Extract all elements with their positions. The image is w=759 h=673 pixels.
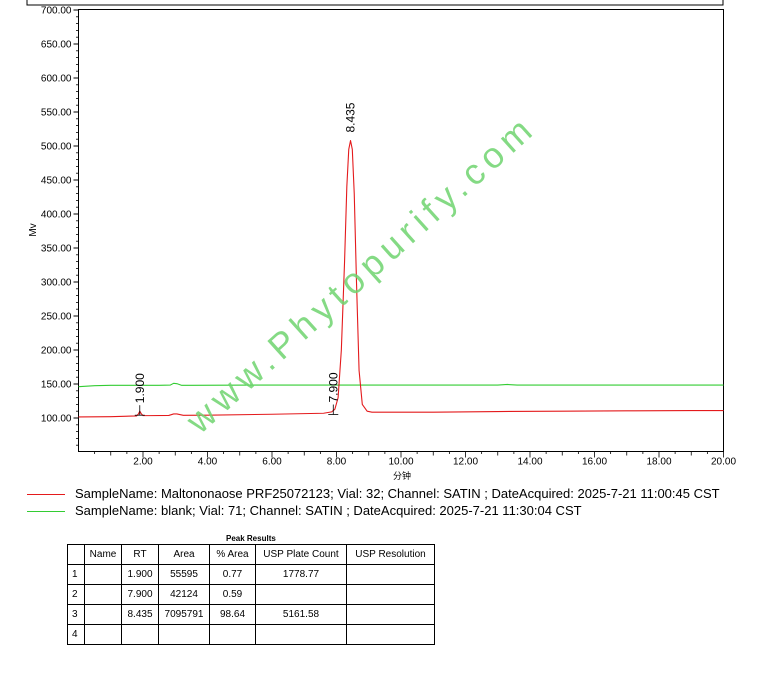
column-header: Name [84,544,122,565]
column-header: % Area [209,544,256,565]
table-cell-plates: 5161.58 [255,604,347,625]
table-cell-rt [121,624,159,645]
peak-results-table: Name RT Area % Area USP Plate Count USP … [67,544,435,645]
y-tick-label: 700.00 [41,6,72,17]
table-cell-pct: 0.77 [209,564,256,585]
table-cell-n: 1 [67,564,85,585]
y-tick-label: 350.00 [41,244,72,255]
legend-label: SampleName: Maltononaose PRF25072123; Vi… [75,486,720,501]
table-cell-rt: 8.435 [121,604,159,625]
table-row: 1 1.900 55595 0.77 1778.77 [67,564,435,585]
table-cell-res [346,584,435,605]
column-header: USP Plate Count [255,544,347,565]
y-tick-label: 250.00 [41,312,72,323]
column-header [67,544,85,565]
table-cell-n: 4 [67,624,85,645]
table-cell-name [84,584,122,605]
table-cell-pct: 98.64 [209,604,256,625]
table-row: 3 8.435 7095791 98.64 5161.58 [67,604,435,625]
legend-entry-blank: SampleName: blank; Vial: 71; Channel: SA… [27,503,582,518]
table-cell-n: 3 [67,604,85,625]
table-cell-n: 2 [67,584,85,605]
y-tick-label: 150.00 [41,380,72,391]
header-frame [26,0,724,6]
peak-results-body: 1 1.900 55595 0.77 1778.77 2 7.900 42124 0.59 3 8.… [67,564,435,645]
table-cell-area [158,624,210,645]
table-cell-area: 42124 [158,584,210,605]
x-tick-label: 12.00 [453,457,478,468]
table-cell-plates [255,624,347,645]
y-tick-label: 100.00 [41,414,72,425]
legend-label: SampleName: blank; Vial: 71; Channel: SA… [75,503,582,518]
table-cell-plates: 1778.77 [255,564,347,585]
series-line [78,140,724,418]
table-cell-res [346,604,435,625]
table-row: 2 7.900 42124 0.59 [67,584,435,605]
peak-label: 7.900 [326,372,340,402]
table-header-row: Name RT Area % Area USP Plate Count USP … [67,544,435,565]
table-cell-plates [255,584,347,605]
y-tick-label: 200.00 [41,346,72,357]
series-line [78,382,724,388]
column-header: USP Resolution [346,544,435,565]
table-cell-rt: 1.900 [121,564,159,585]
x-axis: 2.00 4.00 6.00 8.00 10.00 12.00 14.00 16.00 18.0… [94,451,736,468]
x-tick-label: 10.00 [388,457,413,468]
table-cell-area: 7095791 [158,604,210,625]
x-tick-label: 8.00 [327,457,347,468]
x-tick-label: 14.00 [517,457,542,468]
chromatogram-chart: 100.00 150.00 200.00 250.00 300.00 350.00 400.… [26,0,736,480]
y-tick-label: 300.00 [41,278,72,289]
x-tick-label: 16.00 [582,457,607,468]
x-tick-label: 6.00 [262,457,282,468]
legend-entry-sample: SampleName: Maltononaose PRF25072123; Vi… [27,486,720,501]
y-tick-label: 650.00 [41,40,72,51]
y-axis: 100.00 150.00 200.00 250.00 300.00 350.00 400.… [41,6,79,446]
table-cell-pct: 0.59 [209,584,256,605]
table-cell-name [84,624,122,645]
table-cell-area: 55595 [158,564,210,585]
table-row: 4 [67,624,435,645]
legend-swatch-red [27,494,65,496]
series-layer [78,140,724,418]
peak-label: 8.435 [344,102,358,132]
peak-label: 1.900 [133,373,147,403]
y-tick-label: 450.00 [41,176,72,187]
y-tick-label: 400.00 [41,210,72,221]
table-cell-res [346,624,435,645]
y-tick-label: 550.00 [41,108,72,119]
y-tick-label: 600.00 [41,74,72,85]
legend-swatch-green [27,511,65,513]
y-tick-label: 500.00 [41,142,72,153]
column-header: RT [121,544,159,565]
table-cell-name [84,604,122,625]
table-cell-res [346,564,435,585]
peak-results-title: Peak Results [226,534,276,543]
column-header: Area [158,544,210,565]
table-cell-name [84,564,122,585]
table-cell-rt: 7.900 [121,584,159,605]
x-tick-label: 20.00 [711,457,736,468]
y-axis-label: Mv [28,223,39,236]
x-tick-label: 2.00 [133,457,153,468]
x-tick-label: 4.00 [198,457,218,468]
x-axis-label: 分钟 [393,470,411,480]
x-tick-label: 18.00 [646,457,671,468]
watermark: www.Phytopurify.com [177,106,544,442]
table-cell-pct [209,624,256,645]
